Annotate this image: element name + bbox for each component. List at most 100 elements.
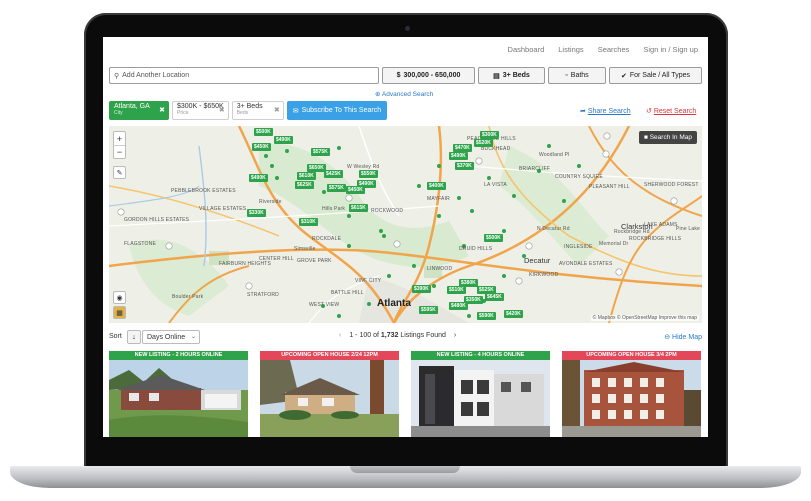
results-map[interactable]: BUCKHEAD PEACHTREE HILLS LA VISTA PLEASA… [109, 126, 702, 323]
reset-search-link[interactable]: ↺ Reset Search [646, 107, 696, 115]
map-style-icon[interactable]: ▦ [113, 306, 126, 319]
next-page-icon[interactable]: › [454, 332, 456, 339]
layers-icon[interactable]: ◉ [113, 291, 126, 304]
pagination: ‹ 1 - 100 of 1,732 Listings Found › [339, 332, 456, 339]
draw-pencil-icon[interactable]: ✎ [113, 166, 126, 179]
listing-banner: NEW LISTING - 4 HOURS ONLINE [411, 351, 550, 360]
chip-city[interactable]: Atlanta, GA City ✖ [109, 101, 169, 120]
listing-card[interactable]: UPCOMING OPEN HOUSE 3/4 2PM [562, 351, 701, 437]
map-area-label: PLEASANT HILL [589, 184, 630, 190]
listing-card[interactable]: UPCOMING OPEN HOUSE 2/24 12PM [260, 351, 399, 437]
beds-filter-label: 3+ Beds [502, 72, 530, 79]
price-pin[interactable]: $420K [504, 310, 523, 318]
chip-city-label: Atlanta, GA [114, 103, 150, 110]
listing-banner: UPCOMING OPEN HOUSE 3/4 2PM [562, 351, 701, 360]
sort-direction-button[interactable]: ↓ [127, 330, 141, 344]
listing-photo [411, 360, 550, 437]
nav-listings[interactable]: Listings [558, 45, 583, 54]
price-pin[interactable]: $370K [455, 162, 474, 170]
map-city-label: Atlanta [377, 298, 411, 309]
close-icon[interactable]: ✖ [219, 106, 225, 114]
app-screen: Dashboard Listings Searches Sign in / Si… [103, 37, 708, 437]
listing-card[interactable]: NEW LISTING - 2 HOURS ONLINE [109, 351, 248, 437]
price-pin[interactable]: $520K [474, 139, 493, 147]
chip-price[interactable]: $300K - $650K Price ✖ [172, 101, 229, 120]
price-pin[interactable]: $300K [480, 131, 499, 139]
price-pin[interactable]: $575K [327, 184, 346, 192]
chip-beds[interactable]: 3+ Beds Beds ✖ [231, 101, 284, 120]
price-pin[interactable]: $500K [484, 234, 503, 242]
price-pin[interactable]: $650K [307, 164, 326, 172]
price-pin[interactable]: $615K [349, 204, 368, 212]
price-pin[interactable]: $610K [297, 172, 316, 180]
price-pin[interactable]: $490K [249, 174, 268, 182]
sale-type-label: For Sale / All Types [629, 72, 691, 79]
listing-photo [562, 360, 701, 437]
nav-dashboard[interactable]: Dashboard [508, 45, 545, 54]
subscribe-label: Subscribe To This Search [301, 107, 382, 114]
beds-filter-button[interactable]: ▤ 3+ Beds [478, 67, 545, 84]
listing-card[interactable]: NEW LISTING - 4 HOURS ONLINE [411, 351, 550, 437]
nav-searches[interactable]: Searches [598, 45, 630, 54]
price-pin[interactable]: $310K [299, 218, 318, 226]
price-pin[interactable]: $450K [252, 143, 271, 151]
location-input[interactable]: ⚲ Add Another Location [109, 67, 379, 84]
price-pin[interactable]: $490K [449, 152, 468, 160]
map-area-label: ROCKDALE [312, 236, 342, 242]
hide-map-link[interactable]: ⊖ Hide Map [664, 333, 702, 341]
price-pin[interactable]: $500K [254, 128, 273, 136]
price-pin[interactable]: $645K [485, 293, 504, 301]
price-pin[interactable]: $575K [311, 148, 330, 156]
price-pin[interactable]: $390K [412, 285, 431, 293]
map-attribution[interactable]: © Mapbox © OpenStreetMap Improve this ma… [590, 315, 699, 321]
map-town-label: Pine Lake [676, 226, 701, 232]
price-pin[interactable]: $590K [477, 312, 496, 320]
map-area-label: AVONDALE ESTATES [559, 261, 613, 267]
share-icon: ➦ [580, 108, 586, 115]
zoom-in-button[interactable]: + [114, 132, 125, 145]
zoom-out-button[interactable]: − [114, 145, 125, 158]
price-pin[interactable]: $330K [247, 209, 266, 217]
map-area-label: ROCKWOOD [371, 208, 404, 214]
nav-signin[interactable]: Sign in / Sign up [643, 45, 698, 54]
map-area-label: PEBBLEBROOK ESTATES [171, 188, 236, 194]
listing-cards: NEW LISTING - 2 HOURS ONLINE UPCOMING OP… [109, 351, 702, 437]
minus-circle-icon: ⊖ [664, 334, 671, 341]
advanced-search-link[interactable]: ⊕ Advanced Search [375, 90, 433, 98]
price-pin[interactable]: $595K [419, 306, 438, 314]
price-pin[interactable]: $490K [274, 136, 293, 144]
price-pin[interactable]: $470K [453, 144, 472, 152]
sale-type-filter-button[interactable]: ✔ For Sale / All Types [609, 67, 702, 84]
chip-beds-sub: Beds [236, 110, 249, 116]
sort-select[interactable]: Days Online ⌄ [142, 330, 200, 344]
price-pin[interactable]: $425K [324, 170, 343, 178]
map-area-label: WEST VIEW [309, 302, 340, 308]
prev-page-icon[interactable]: ‹ [339, 332, 341, 339]
map-town-label: N Decatur Rd [537, 226, 570, 232]
map-area-label: CENTER HILL [259, 256, 294, 262]
close-icon[interactable]: ✖ [274, 106, 280, 114]
subscribe-button[interactable]: ✉ Subscribe To This Search [286, 101, 388, 120]
top-nav: Dashboard Listings Searches Sign in / Si… [508, 45, 698, 54]
price-pin[interactable]: $450K [346, 186, 365, 194]
chip-beds-label: 3+ Beds [236, 103, 263, 110]
price-filter-button[interactable]: $ 300,000 - 650,000 [382, 67, 475, 84]
price-filter-label: 300,000 - 650,000 [403, 72, 461, 79]
close-icon[interactable]: ✖ [159, 106, 165, 114]
camera-icon [405, 26, 410, 31]
price-pin[interactable]: $480K [449, 302, 468, 310]
price-pin[interactable]: $400K [427, 182, 446, 190]
baths-filter-label: Baths [570, 72, 589, 79]
price-pin[interactable]: $510K [447, 286, 466, 294]
price-pin[interactable]: $550K [359, 170, 378, 178]
search-in-map-button[interactable]: ■ Search In Map [638, 131, 697, 144]
price-pin[interactable]: $625K [295, 181, 314, 189]
baths-filter-button[interactable]: ▫ Baths [548, 67, 606, 84]
map-town-label: Memorial Dr [599, 241, 629, 247]
share-search-link[interactable]: ➦ Share Search [580, 107, 631, 115]
map-area-label: BATTLE HILL [331, 290, 364, 296]
map-marker-icon: ⚲ [114, 72, 120, 80]
results-range: 1 - 100 of [349, 332, 379, 339]
sort-select-value: Days Online [147, 333, 186, 341]
map-area-label: FLAGSTONE [124, 241, 156, 247]
